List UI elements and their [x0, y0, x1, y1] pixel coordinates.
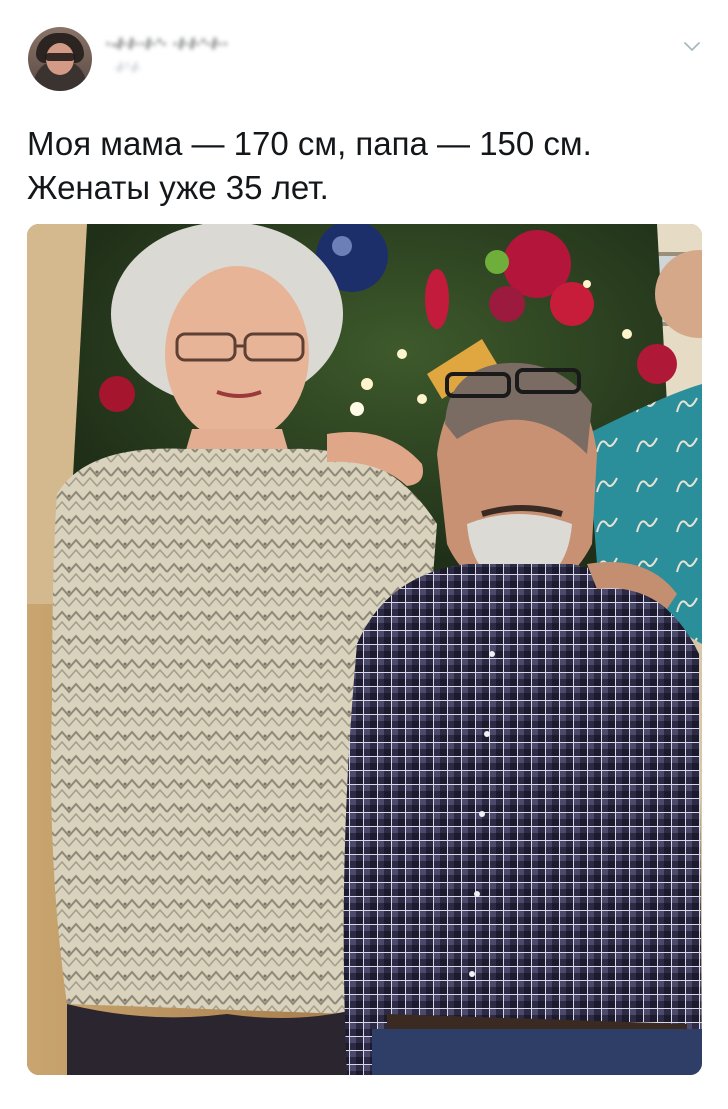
chevron-down-icon[interactable] [680, 34, 704, 58]
display-name[interactable]: ·-/·/··/·'· ·/·/·'·/·· [106, 36, 229, 53]
chevron-down-icon-svg [684, 42, 700, 51]
photo-illustration [27, 224, 702, 1075]
avatar[interactable] [28, 27, 92, 91]
user-handle[interactable]: ·/·'·/· [114, 60, 141, 75]
tweet-photo[interactable] [27, 224, 702, 1075]
tweet-text-line-2: Женаты уже 35 лет. [27, 169, 329, 206]
tweet-card: ·-/·/··/·'· ·/·/·'·/·· ·/·'·/· Моя мама … [0, 0, 728, 1109]
tweet-text-line-1: Моя мама — 170 см, папа — 150 см. [27, 125, 592, 162]
avatar-glasses [45, 53, 75, 61]
tweet-text: Моя мама — 170 см, папа — 150 см. Женаты… [27, 122, 707, 210]
